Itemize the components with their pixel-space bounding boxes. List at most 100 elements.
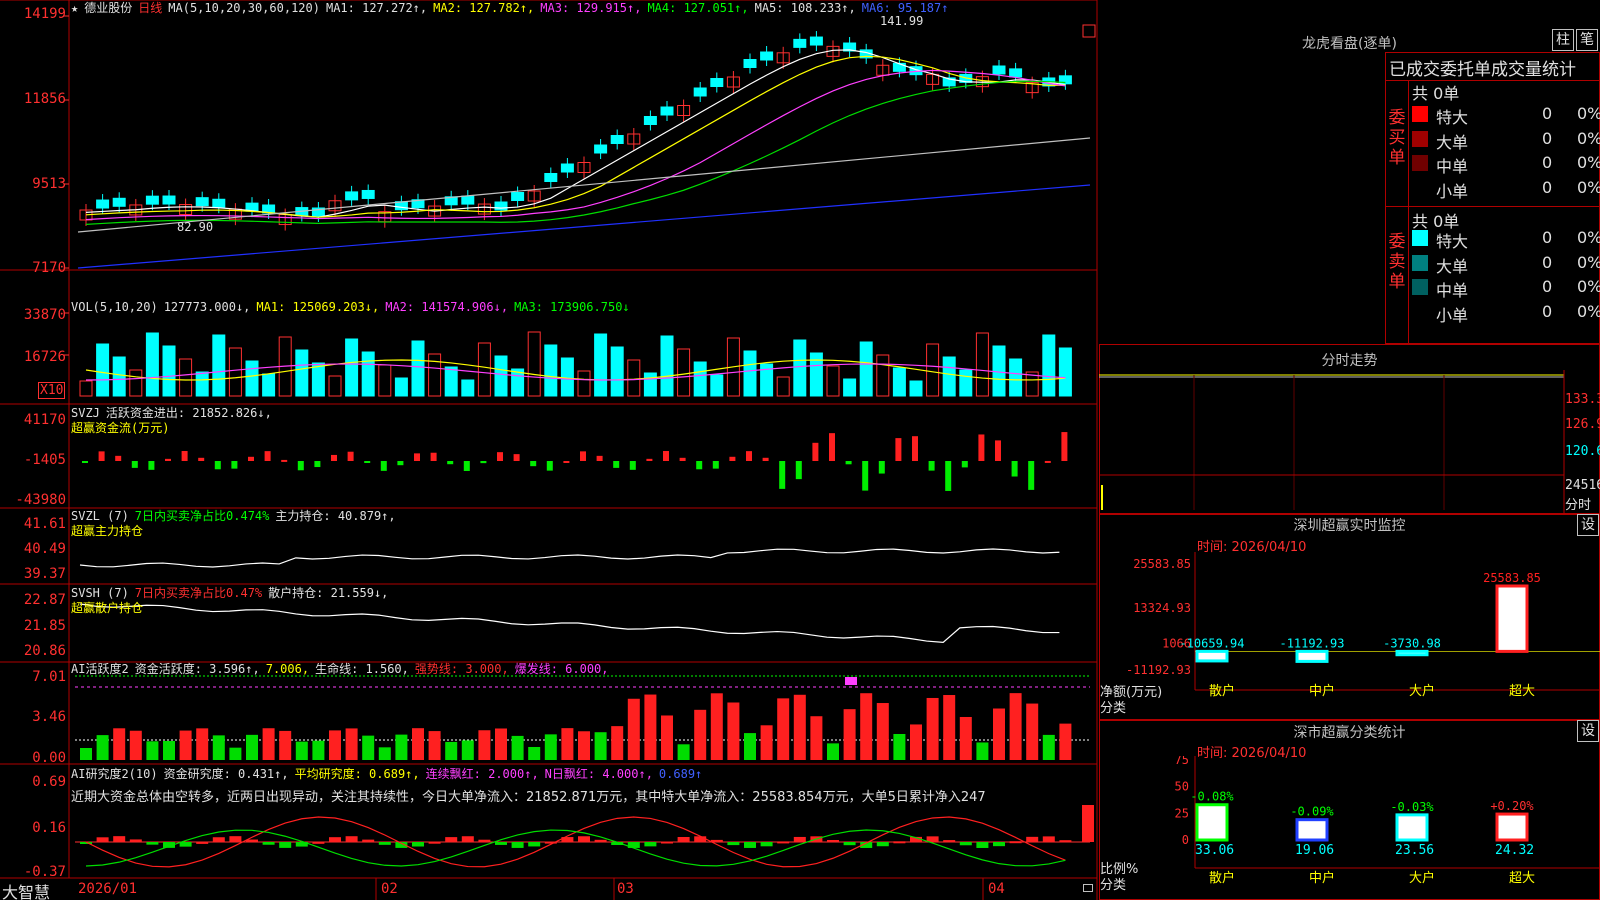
period-label[interactable]: 日线 xyxy=(138,1,162,15)
flow-bar xyxy=(613,461,620,468)
candle-body xyxy=(544,173,558,182)
volume-bar xyxy=(361,351,375,397)
ai2-axis-label: -0.37 xyxy=(23,864,66,880)
flow-bar xyxy=(596,455,603,461)
activity-bar xyxy=(694,709,707,760)
column-view-button[interactable]: 柱 xyxy=(1552,29,1574,51)
flow-bar xyxy=(364,461,371,463)
flow-bar xyxy=(663,451,669,461)
volume-bar xyxy=(378,364,392,397)
flow-bar xyxy=(580,451,586,461)
flow-bar xyxy=(115,455,122,461)
flow-bar xyxy=(762,457,769,461)
activity-bar xyxy=(677,744,690,760)
lock-icon[interactable] xyxy=(1083,884,1093,892)
flow-bar xyxy=(646,458,653,461)
svzj-header: SVZJ 活跃资金进出: 21852.826↓, xyxy=(71,405,278,421)
order-row: 大单 0 0% xyxy=(1412,251,1600,276)
order-pct: 0% xyxy=(1577,128,1600,148)
star-icon[interactable]: ★ xyxy=(71,1,78,15)
order-pct: 0% xyxy=(1577,177,1600,197)
stats-category-label: 大户 xyxy=(1409,870,1435,886)
activity-bar xyxy=(179,730,192,760)
ai2-research: 资金研究度: 0.431↑, xyxy=(163,767,289,781)
order-label: 小单 xyxy=(1436,305,1469,325)
flow-bar xyxy=(563,460,570,463)
flow-bar xyxy=(862,461,869,491)
stats-category-label: 超大 xyxy=(1509,871,1535,886)
activity-bar xyxy=(113,728,126,760)
sz-stats-settings-button[interactable]: 设 xyxy=(1577,720,1599,742)
volume-bar xyxy=(328,375,342,397)
monitor-axis-label: 13324.93 xyxy=(1133,601,1191,615)
flow-bar xyxy=(912,436,918,461)
stats-value-label: 23.56 xyxy=(1395,843,1434,858)
research-bar xyxy=(594,839,607,842)
intraday-axis-label: 24516 xyxy=(1565,478,1600,493)
flow-bar xyxy=(98,451,105,461)
monitor-bar-label: 25583.85 xyxy=(1483,571,1541,585)
volume-bar xyxy=(228,347,242,397)
activity-bar xyxy=(428,731,441,760)
activity-bar xyxy=(793,694,806,760)
activity-bar xyxy=(860,693,873,760)
svzl-axis-label: 40.49 xyxy=(23,541,66,557)
svzj-sub: 超赢资金流(万元) xyxy=(71,421,170,435)
activity-bar xyxy=(378,747,391,760)
research-bar xyxy=(893,841,906,844)
flow-bar xyxy=(463,461,470,471)
order-row: 特大 0 0% xyxy=(1412,226,1600,251)
ai1-label: AI活跃度2 xyxy=(71,662,129,676)
sz-monitor-settings-button[interactable]: 设 xyxy=(1577,514,1599,536)
research-bar xyxy=(229,836,242,842)
order-label: 特大 xyxy=(1436,108,1469,127)
intraday-chart[interactable] xyxy=(1099,370,1600,513)
activity-bar xyxy=(262,728,275,760)
flow-bar xyxy=(845,461,852,465)
stats-bar xyxy=(1195,803,1229,842)
volume-bar xyxy=(195,371,209,397)
svsh-header: SVSH (7) 7日内买卖净占比0.47% 散户持仓: 21.559↓, xyxy=(71,585,394,601)
ma-line xyxy=(85,55,1066,218)
flow-bar xyxy=(961,461,968,468)
flow-bar xyxy=(297,461,304,471)
order-label: 大单 xyxy=(1436,132,1469,152)
order-count: 0 xyxy=(1542,153,1553,172)
activity-bar xyxy=(1026,703,1039,760)
order-pct: 0% xyxy=(1577,301,1600,321)
monitor-category-label: 超大 xyxy=(1509,684,1535,699)
volume-bar xyxy=(477,342,491,397)
ma3-value: MA3: 129.915↑, xyxy=(540,1,642,15)
research-bar xyxy=(279,842,292,848)
candle-body xyxy=(345,191,359,201)
flow-bar xyxy=(530,461,537,467)
tick-view-button[interactable]: 笔 xyxy=(1576,29,1598,51)
research-bar xyxy=(710,839,723,842)
order-count: 0 xyxy=(1542,177,1553,197)
activity-bar xyxy=(627,698,640,760)
volume-bar xyxy=(262,373,276,397)
ai1-axis-label: 3.46 xyxy=(32,709,66,725)
research-bar xyxy=(146,842,159,845)
stats-category-label: 中户 xyxy=(1309,870,1335,886)
stock-name[interactable]: 德业股份 xyxy=(84,1,132,15)
research-bar xyxy=(760,842,773,847)
low-price-label: 82.90 xyxy=(177,220,214,234)
flow-bar xyxy=(878,461,885,474)
activity-bar xyxy=(910,724,922,760)
research-bar xyxy=(677,837,690,842)
ai2-red-cont: 连续飘红: 2.000↑, xyxy=(425,767,539,781)
chart-canvas[interactable] xyxy=(0,0,1098,900)
vol-ma2: MA2: 141574.906↓, xyxy=(385,300,509,314)
research-bar xyxy=(1059,840,1072,843)
volume-bar xyxy=(992,345,1006,397)
research-bar xyxy=(345,836,358,842)
stats-value-label: 33.06 xyxy=(1195,843,1234,858)
activity-bar xyxy=(578,731,590,760)
order-pct: 0% xyxy=(1577,228,1600,247)
kline-chart-area[interactable]: ★ 德业股份 日线 MA(5,10,20,30,60,120) MA1: 127.272… xyxy=(0,0,1098,900)
ai2-comment: 近期大资金总体由空转多，近两日出现异动，关注其持续性，今日大单净流入：21852… xyxy=(71,790,986,805)
candle-body xyxy=(195,197,209,207)
candle-body xyxy=(162,195,176,205)
flow-bar xyxy=(281,459,288,462)
